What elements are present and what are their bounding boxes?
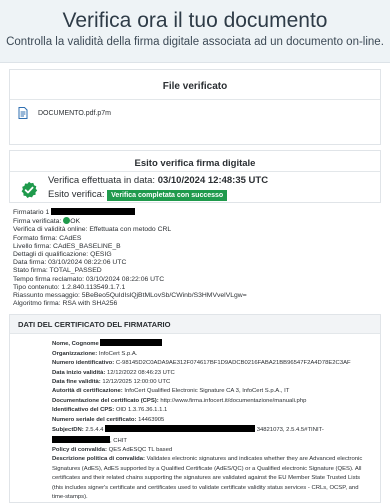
- cert-policy-label: Policy di convalida:: [52, 446, 107, 453]
- cert-end-label: Data fine validità:: [52, 379, 101, 386]
- page-subtitle: Controlla la validità della firma digita…: [6, 36, 384, 48]
- success-badge: Verifica completata con successo: [107, 190, 228, 201]
- verified-file-row[interactable]: DOCUMENTO.pdf.p7m: [10, 100, 380, 126]
- cert-id-label: Numero identificativo:: [52, 360, 115, 367]
- cert-cps-id-label: Identificativo del CPS:: [52, 407, 115, 414]
- page-header: Verifica ora il tuo documento Controlla …: [0, 0, 390, 63]
- cert-subject-tail: 34821073, 2.5.4.5#TINIT-: [256, 427, 324, 434]
- qualification-line: Dettagli di qualificazione: QESIG: [13, 251, 112, 259]
- verified-file-box: File verificato DOCUMENTO.pdf.p7m: [9, 69, 381, 145]
- format-line: Formato firma: CAdES: [13, 234, 82, 242]
- certificate-title: DATI DEL CERTIFICATO DEL FIRMATARIO: [10, 315, 380, 335]
- cert-id-value: C-98145D2C0ADA9AE312F074617BF1D9ADCB0216…: [115, 360, 351, 367]
- cert-subject-label: SubjectDN:: [52, 427, 84, 434]
- verification-result-label: Esito verifica:: [48, 189, 105, 200]
- redacted-block: [100, 339, 163, 347]
- digest-line: Riassunto messaggio: 5BeBeo5QuIdIslQjBtM…: [13, 292, 247, 300]
- cert-cps-id-value: OID 1.3.76.36.1.1.1: [115, 407, 168, 414]
- cert-start-value: 12/12/2022 08:46:23 UTC: [107, 369, 175, 376]
- cert-desc-label: Descrizione politica di convalida:: [52, 456, 145, 463]
- online-check-line: Verifica di validità online: Effettuata …: [13, 226, 172, 234]
- success-check-icon: [21, 181, 38, 198]
- signature-label: Firma verificata:: [13, 218, 62, 226]
- cert-subject-line2: , CHIT: [110, 437, 128, 444]
- cert-end-value: 12/12/2025 12:00:00 UTC: [102, 379, 171, 386]
- redacted-block: [51, 208, 136, 215]
- cert-cps-link[interactable]: http://www.firma.infocert.it/documentazi…: [160, 398, 306, 404]
- cert-authority-label: Autorità di certificazione:: [52, 388, 123, 395]
- redacted-block: [52, 435, 110, 443]
- cert-desc-value: Validates electronic signatures and indi…: [52, 456, 363, 500]
- document-icon: [18, 107, 28, 119]
- cert-serial-label: Numero seriale del certificato:: [52, 416, 137, 423]
- redacted-block: [105, 425, 256, 433]
- verification-result-title: Esito verifica firma digitale: [10, 151, 380, 172]
- cert-policy-value: QES AdESQC TL based: [108, 446, 173, 453]
- verification-result-box: Esito verifica firma digitale Verifica e…: [9, 150, 381, 203]
- signer-label: Firmatario 1: [13, 209, 50, 216]
- verification-date-label: Verifica effettuata in data:: [48, 175, 156, 186]
- cert-start-label: Data inizio validità:: [52, 369, 106, 376]
- cert-cps-label: Documentazione del certificato (CPS):: [52, 397, 159, 404]
- cert-subject-value: 2.5.4.4: [85, 427, 104, 434]
- status-line: Stato firma: TOTAL_PASSED: [13, 267, 102, 275]
- cert-org-value: InfoCert S.p.A.: [98, 350, 138, 357]
- certificate-box: DATI DEL CERTIFICATO DEL FIRMATARIO Nome…: [9, 314, 381, 503]
- cert-serial-value: 14463905: [138, 416, 165, 423]
- verified-file-title: File verificato: [10, 70, 380, 100]
- signature-value: OK: [70, 218, 81, 226]
- signature-details: Firmatario 1 Firma verificata: OK Verifi…: [0, 203, 390, 308]
- cert-authority-value: InfoCert Qualified Electronic Signature …: [124, 388, 290, 395]
- cert-name-label: Nome, Cognome: [52, 341, 99, 348]
- verification-date-value: 03/10/2024 12:48:35 UTC: [157, 175, 269, 186]
- page-title: Verifica ora il tuo documento: [62, 9, 328, 32]
- level-line: Livello firma: CAdES_BASELINE_B: [13, 242, 121, 250]
- sign-date-line: Data firma: 03/10/2024 08:22:06 UTC: [13, 259, 127, 267]
- content-type-line: Tipo contenuto: 1.2.840.113549.1.7.1: [13, 283, 126, 291]
- verified-file-name[interactable]: DOCUMENTO.pdf.p7m: [38, 110, 111, 117]
- claimed-time-line: Tempo firma reclamato: 03/10/2024 08:22:…: [13, 275, 165, 283]
- cert-org-label: Organizzazione:: [52, 350, 98, 357]
- algorithm-line: Algoritmo firma: RSA with SHA256: [13, 300, 118, 308]
